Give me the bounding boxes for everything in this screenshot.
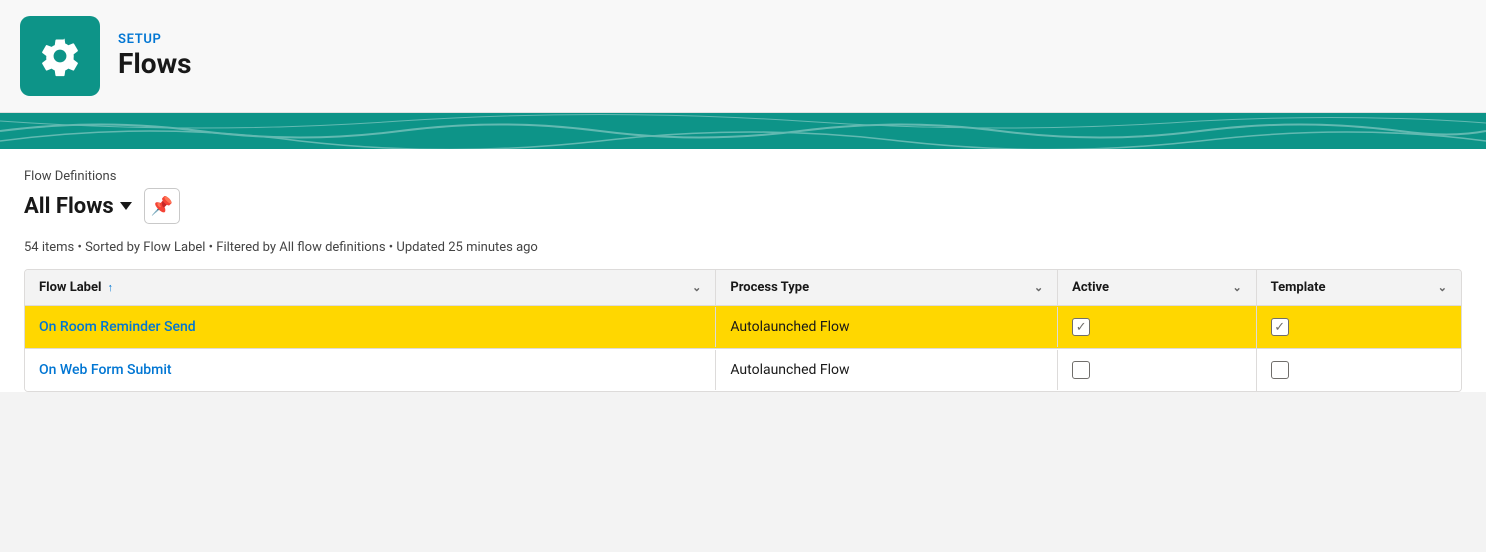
banner-pattern — [0, 113, 1486, 149]
status-bar: 54 items • Sorted by Flow Label • Filter… — [24, 236, 1462, 255]
dropdown-arrow-icon[interactable] — [120, 202, 132, 210]
col-template-chevron[interactable]: ⌄ — [1438, 281, 1447, 294]
col-process-type-text: Process Type — [730, 280, 809, 295]
col-flow-label[interactable]: Flow Label ↑ ⌄ — [25, 270, 716, 305]
col-active[interactable]: Active ⌄ — [1058, 270, 1257, 305]
flow-label-link-2[interactable]: On Web Form Submit — [39, 362, 172, 378]
process-type-value-2: Autolaunched Flow — [730, 362, 849, 378]
header-text: SETUP Flows — [118, 32, 192, 81]
col-flow-label-chevron[interactable]: ⌄ — [692, 281, 701, 294]
process-type-value-1: Autolaunched Flow — [730, 319, 849, 335]
col-template-text: Template — [1271, 280, 1326, 295]
active-checkbox-1[interactable]: ✓ — [1072, 318, 1090, 336]
breadcrumb: Flow Definitions — [24, 169, 1462, 184]
cell-process-type-2: Autolaunched Flow — [716, 350, 1058, 390]
template-checkbox-1[interactable]: ✓ — [1271, 318, 1289, 336]
col-active-chevron[interactable]: ⌄ — [1232, 281, 1241, 294]
col-template[interactable]: Template ⌄ — [1257, 270, 1461, 305]
col-process-type-chevron[interactable]: ⌄ — [1034, 281, 1043, 294]
title-row: All Flows 📌 — [24, 188, 1462, 224]
pin-icon: 📌 — [150, 196, 172, 217]
table-row: On Web Form Submit Autolaunched Flow — [25, 349, 1461, 391]
col-process-type[interactable]: Process Type ⌄ — [716, 270, 1058, 305]
pin-button[interactable]: 📌 — [144, 188, 180, 224]
cell-flow-label-2: On Web Form Submit — [25, 350, 716, 390]
active-checkbox-2[interactable] — [1072, 361, 1090, 379]
all-flows-title: All Flows — [24, 194, 132, 219]
gear-icon — [38, 34, 82, 78]
table-row: On Room Reminder Send Autolaunched Flow … — [25, 306, 1461, 349]
col-active-text: Active — [1072, 280, 1109, 295]
flow-label-link-1[interactable]: On Room Reminder Send — [39, 319, 196, 335]
flows-title: Flows — [118, 47, 192, 81]
sort-asc-icon: ↑ — [107, 281, 113, 294]
header-icon-bg — [20, 16, 100, 96]
cell-template-2 — [1257, 349, 1461, 391]
decorative-banner — [0, 113, 1486, 149]
table-header: Flow Label ↑ ⌄ Process Type ⌄ Active ⌄ T… — [25, 270, 1461, 306]
cell-active-2 — [1058, 349, 1257, 391]
flows-table: Flow Label ↑ ⌄ Process Type ⌄ Active ⌄ T… — [24, 269, 1462, 392]
all-flows-label: All Flows — [24, 194, 114, 219]
cell-process-type-1: Autolaunched Flow — [716, 307, 1058, 347]
cell-flow-label-1: On Room Reminder Send — [25, 307, 716, 347]
template-checkbox-2[interactable] — [1271, 361, 1289, 379]
checkmark-icon: ✓ — [1076, 321, 1087, 334]
main-content: Flow Definitions All Flows 📌 54 items • … — [0, 149, 1486, 392]
checkmark-icon: ✓ — [1274, 321, 1285, 334]
col-flow-label-text: Flow Label — [39, 280, 101, 295]
page-header: SETUP Flows — [0, 0, 1486, 113]
cell-active-1: ✓ — [1058, 306, 1257, 348]
cell-template-1: ✓ — [1257, 306, 1461, 348]
setup-label: SETUP — [118, 32, 192, 47]
